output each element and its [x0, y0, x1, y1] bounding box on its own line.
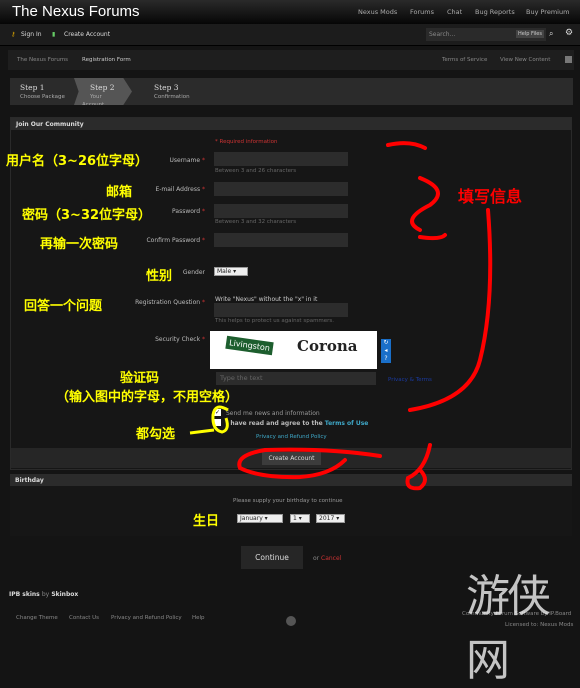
annotation-question: 回答一个问题: [24, 299, 103, 314]
annotation-username: 用户名（3~26位字母）: [6, 154, 149, 169]
annotation-circle-create: [237, 447, 382, 480]
annotation-gender: 性别: [146, 269, 173, 284]
annotation-circle-checkbox: [211, 405, 229, 434]
annotation-email: 邮箱: [106, 185, 133, 200]
annotation-captcha: 验证码: [120, 371, 160, 386]
annotation-password: 密码（3~32位字母）: [22, 208, 152, 223]
annotation-birthday: 生日: [193, 514, 220, 529]
annotation-confirm: 再输一次密码: [40, 237, 119, 252]
annotation-marks: [189, 141, 493, 491]
annotation-captcha-note: （输入图中的字母，不用空格）: [56, 390, 239, 405]
annotation-fill: 填写信息: [458, 187, 523, 206]
annotation-line-checkbox: [189, 428, 215, 435]
annotation-check: 都勾选: [136, 427, 176, 442]
